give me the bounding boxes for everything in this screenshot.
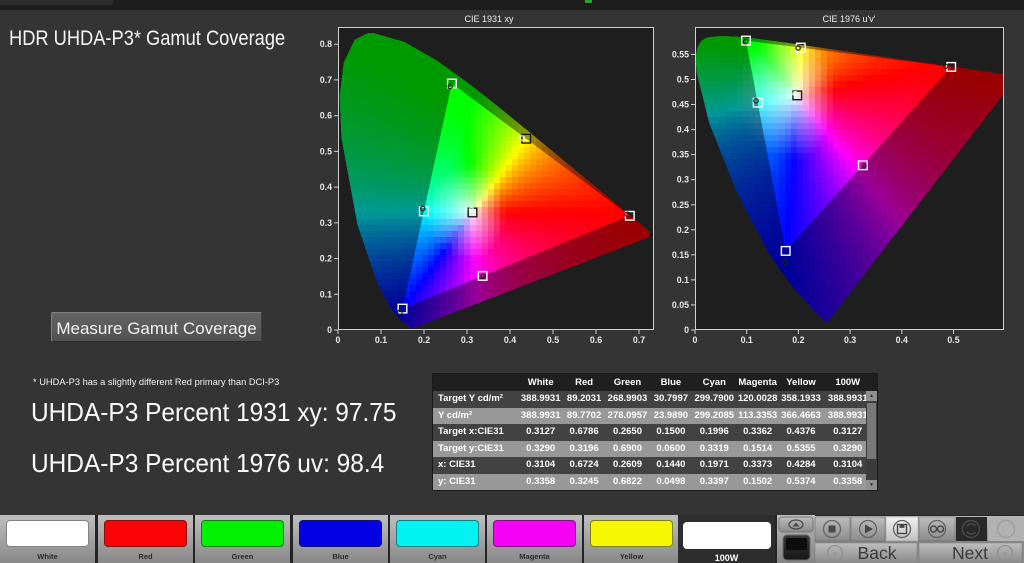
svg-text:0.6: 0.6	[320, 111, 332, 121]
svg-text:0.5: 0.5	[947, 335, 959, 345]
svg-text:0.2: 0.2	[418, 335, 430, 345]
svg-text:0.6: 0.6	[590, 335, 602, 345]
svg-text:»: »	[1002, 549, 1008, 560]
svg-text:0: 0	[693, 335, 698, 345]
svg-text:0.3: 0.3	[320, 218, 332, 228]
svg-text:0.1: 0.1	[677, 275, 689, 285]
svg-text:0: 0	[336, 335, 341, 345]
svg-text:0.4: 0.4	[896, 335, 908, 345]
svg-text:0: 0	[684, 325, 689, 335]
svg-text:0.4: 0.4	[677, 125, 689, 135]
svg-text:0.5: 0.5	[677, 75, 689, 85]
svg-text:0.15: 0.15	[672, 250, 689, 260]
svg-text:0.55: 0.55	[672, 49, 689, 59]
svg-text:0.8: 0.8	[320, 39, 332, 49]
svg-text:0.1: 0.1	[375, 335, 387, 345]
svg-text:0.3: 0.3	[844, 335, 856, 345]
svg-text:0.3: 0.3	[461, 335, 473, 345]
svg-text:0.3: 0.3	[677, 175, 689, 185]
svg-text:0.1: 0.1	[320, 289, 332, 299]
svg-text:Next: Next	[952, 543, 988, 563]
svg-text:0.2: 0.2	[677, 225, 689, 235]
svg-text:0.2: 0.2	[792, 335, 804, 345]
svg-text:0.25: 0.25	[672, 200, 689, 210]
svg-text:0.1: 0.1	[741, 335, 753, 345]
svg-text:0.45: 0.45	[672, 100, 689, 110]
svg-text:0.7: 0.7	[320, 75, 332, 85]
svg-text:Back: Back	[858, 543, 897, 563]
svg-text:0.7: 0.7	[633, 335, 645, 345]
svg-text:0.2: 0.2	[320, 254, 332, 264]
svg-text:CIE 1976 u'v': CIE 1976 u'v'	[823, 14, 876, 24]
svg-text:0.05: 0.05	[672, 300, 689, 310]
svg-text:0.4: 0.4	[504, 335, 516, 345]
svg-text:«: «	[832, 549, 838, 560]
svg-text:0.5: 0.5	[320, 146, 332, 156]
svg-text:0.4: 0.4	[320, 182, 332, 192]
svg-text:0.5: 0.5	[547, 335, 559, 345]
svg-text:0: 0	[327, 325, 332, 335]
svg-text:0.35: 0.35	[672, 150, 689, 160]
svg-text:CIE 1931 xy: CIE 1931 xy	[464, 14, 514, 24]
